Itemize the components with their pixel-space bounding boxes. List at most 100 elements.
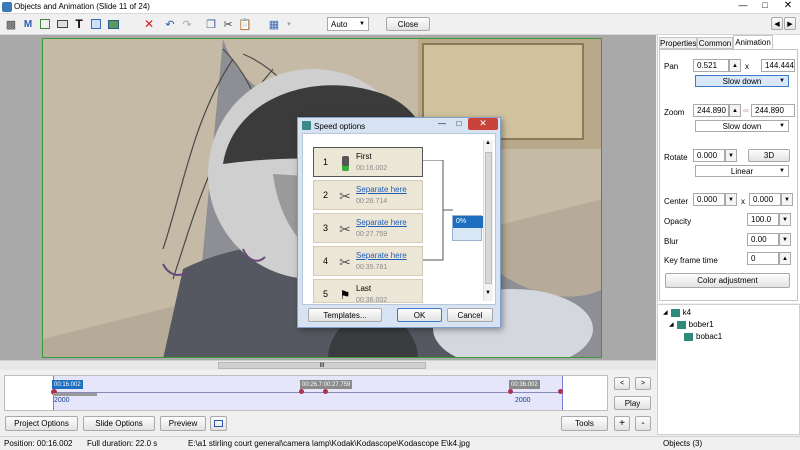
keyframe-item[interactable]: 1 First 00:16.002 (313, 147, 423, 177)
tree-item-label: bober1 (688, 320, 714, 329)
tools-button[interactable]: Tools (561, 416, 608, 431)
zoom-select[interactable]: Auto ▼ (327, 17, 369, 31)
close-window-icon[interactable]: ✕ (776, 0, 800, 12)
undo-icon[interactable]: ↶ (163, 17, 177, 31)
scroll-thumb[interactable]: III (218, 362, 426, 369)
blur-input[interactable]: 0.00 (747, 233, 779, 246)
dialog-maximize-icon[interactable]: □ (451, 119, 467, 129)
timeline-end-time: 00:36.002 (509, 380, 540, 389)
expand-icon[interactable]: ◢ (663, 309, 668, 316)
cancel-button[interactable]: Cancel (447, 308, 493, 322)
grid-dropdown-icon[interactable]: ▾ (282, 17, 296, 31)
mask-icon[interactable]: M (21, 17, 35, 31)
zoom-speed-select[interactable]: Slow down ▼ (695, 120, 789, 132)
project-options-button[interactable]: Project Options (5, 416, 78, 431)
opacity-dropdown[interactable]: ▼ (779, 213, 791, 226)
link-icon[interactable]: ∞ (743, 106, 749, 115)
grid-icon[interactable]: ▦ (267, 17, 281, 31)
pan-x-input[interactable]: 0.521 (693, 59, 729, 72)
separate-here-link[interactable]: Separate here (356, 218, 407, 227)
zoom-x-input[interactable]: 244.890 (693, 104, 729, 117)
slide-options-button[interactable]: Slide Options (83, 416, 155, 431)
zoom-y-value: 244.890 (755, 106, 784, 115)
blur-dropdown[interactable]: ▼ (779, 233, 791, 246)
opacity-input[interactable]: 100.0 (747, 213, 779, 226)
maximize-icon[interactable]: □ (754, 0, 776, 12)
minimize-icon[interactable]: — (732, 0, 754, 12)
keyframe-time-input[interactable]: 0 (747, 252, 779, 265)
prev-slide-button[interactable]: ◀ (771, 17, 783, 30)
copy-icon[interactable]: ❐ (204, 17, 218, 31)
percent-badge[interactable]: 0% (453, 216, 483, 228)
separate-here-link[interactable]: Separate here (356, 185, 407, 194)
preview-button[interactable]: Preview (160, 416, 206, 431)
3d-button[interactable]: 3D (748, 149, 790, 162)
expand-icon[interactable]: ◢ (669, 321, 674, 328)
keyframe-marker[interactable] (299, 389, 304, 394)
timeline-next-button[interactable]: > (635, 377, 651, 390)
tab-common[interactable]: Common (697, 37, 733, 49)
add-button[interactable]: + (614, 416, 630, 431)
center-y-input[interactable]: 0.000 (749, 193, 781, 206)
text-icon[interactable]: T (72, 17, 86, 31)
image-icon[interactable] (106, 17, 120, 31)
paste-icon[interactable]: 📋 (238, 17, 252, 31)
next-slide-button[interactable]: ▶ (784, 17, 796, 30)
dialog-close-icon[interactable]: ✕ (468, 118, 498, 130)
ok-button[interactable]: OK (397, 308, 442, 322)
center-x-input[interactable]: 0.000 (693, 193, 725, 206)
tree-item-bobac1[interactable]: bobac1 (684, 332, 722, 341)
keyframe-time-spinner[interactable]: ▲ (779, 252, 791, 265)
rotate-dropdown[interactable]: ▼ (725, 149, 737, 162)
keyframe-item[interactable]: 2 ✂ Separate here 00:26.714 (313, 180, 423, 210)
scroll-up-icon[interactable]: ▲ (485, 140, 491, 146)
keyframe-marker[interactable] (323, 389, 328, 394)
chevron-down-icon: ▼ (779, 168, 785, 174)
delete-icon[interactable]: ✕ (142, 17, 156, 31)
keyframe-time: 00:35.781 (356, 264, 388, 271)
zoom-y-input[interactable]: 244.890 (751, 104, 795, 117)
dialog-minimize-icon[interactable]: — (434, 119, 450, 129)
pan-x-spinner[interactable]: ▲ (729, 59, 741, 72)
center-x-dropdown[interactable]: ▼ (725, 193, 737, 206)
button-object-icon[interactable] (55, 17, 69, 31)
rotate-speed-select[interactable]: Linear ▼ (695, 165, 789, 177)
rotate-input[interactable]: 0.000 (693, 149, 725, 162)
close-button[interactable]: Close (386, 17, 430, 31)
keyframe-item[interactable]: 4 ✂ Separate here 00:35.781 (313, 246, 423, 276)
tab-animation[interactable]: Animation (733, 35, 773, 49)
templates-label: Templates... (323, 310, 367, 320)
pan-speed-select[interactable]: Slow down ▼ (695, 75, 789, 87)
dialog-scrollbar[interactable]: ▲ ▼ (483, 140, 493, 301)
keyframe-marker[interactable] (558, 389, 563, 394)
center-y-dropdown[interactable]: ▼ (781, 193, 793, 206)
camera-icon[interactable]: ▩ (4, 17, 18, 31)
canvas-hscrollbar[interactable]: III (0, 360, 656, 370)
timeline-prev-button[interactable]: < (614, 377, 630, 390)
play-button[interactable]: Play (614, 396, 651, 410)
keyframe-item[interactable]: 3 ✂ Separate here 00:27.759 (313, 213, 423, 243)
tab-properties[interactable]: Properties (659, 37, 697, 49)
cut-icon[interactable]: ✂ (221, 17, 235, 31)
remove-button[interactable]: - (635, 416, 651, 431)
opacity-value: 100.0 (751, 215, 772, 224)
keyframe-marker[interactable] (508, 389, 513, 394)
separate-here-link[interactable]: Separate here (356, 251, 407, 260)
timeline-end-value: 2000 (515, 397, 531, 404)
keyframe-time: 00:16.002 (356, 165, 388, 172)
percent-slider[interactable]: 0% (452, 215, 483, 241)
tree-item-bober1[interactable]: ◢ bober1 (669, 320, 714, 329)
scroll-down-icon[interactable]: ▼ (485, 290, 491, 296)
pan-y-input[interactable]: 144.444 (761, 59, 795, 72)
frame-icon[interactable] (38, 17, 52, 31)
templates-button[interactable]: Templates... (308, 308, 382, 322)
rectangle-icon[interactable] (89, 17, 103, 31)
color-adjustment-button[interactable]: Color adjustment (665, 273, 790, 288)
opacity-label: Opacity (664, 217, 692, 226)
keyframe-item[interactable]: 5 ⚑ Last 00:36.002 (313, 279, 423, 304)
zoom-x-spinner[interactable]: ▲ (729, 104, 741, 117)
redo-icon[interactable]: ↷ (180, 17, 194, 31)
tree-item-k4[interactable]: ◢ k4 (663, 308, 691, 317)
scroll-thumb[interactable] (485, 152, 492, 284)
preview-window-button[interactable] (210, 416, 227, 431)
